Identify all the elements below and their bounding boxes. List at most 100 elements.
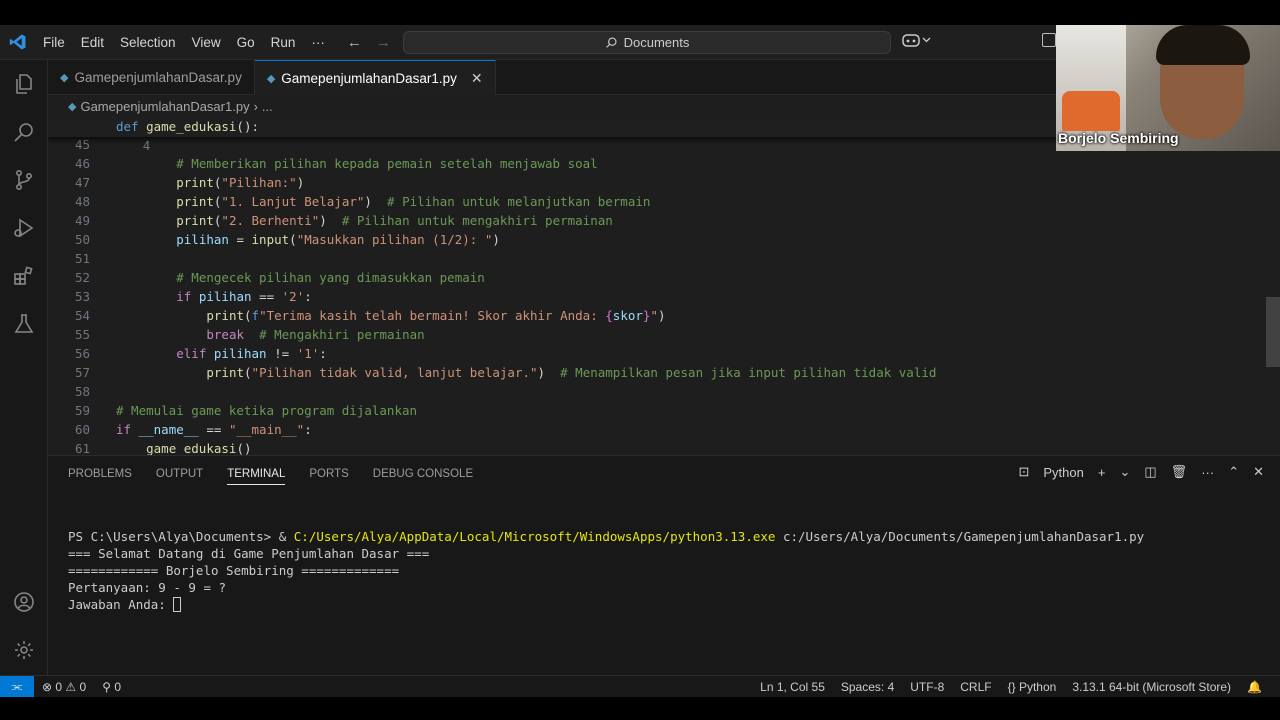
code-line[interactable]: 50 pilihan = input("Masukkan pilihan (1/… bbox=[48, 230, 500, 249]
tab-problems[interactable]: PROBLEMS bbox=[68, 468, 132, 480]
code-line[interactable]: 51 bbox=[48, 249, 90, 268]
encoding[interactable]: UTF-8 bbox=[902, 680, 952, 694]
explorer-icon[interactable] bbox=[0, 60, 48, 108]
code-line[interactable]: 58 bbox=[48, 382, 90, 401]
terminal-shell-label[interactable]: Python bbox=[1043, 465, 1083, 480]
search-icon[interactable] bbox=[0, 108, 48, 156]
code-line[interactable]: 59 # Memulai game ketika program dijalank… bbox=[48, 401, 417, 420]
code-line[interactable]: 52 # Mengecek pilihan yang dimasukkan pe… bbox=[48, 268, 485, 287]
menu-selection[interactable]: Selection bbox=[112, 25, 184, 60]
python-file-icon: ◆ bbox=[68, 100, 77, 113]
code-line[interactable]: 61 game_edukasi() bbox=[48, 439, 252, 455]
ports-status[interactable]: ⚲ 0 bbox=[94, 680, 129, 694]
line-number: 60 bbox=[74, 422, 90, 437]
terminal-output[interactable]: PS C:\Users\Alya\Documents> & C:/Users/A… bbox=[68, 528, 1144, 613]
tab-debug-console[interactable]: DEBUG CONSOLE bbox=[373, 468, 473, 480]
split-terminal-icon[interactable]: ◫ bbox=[1144, 464, 1156, 480]
problems-status[interactable]: ⊗ 0 ⚠ 0 bbox=[34, 680, 94, 694]
code-text: # Memberikan pilihan kepada pemain setel… bbox=[176, 156, 598, 171]
more-actions-icon[interactable]: ··· bbox=[1201, 465, 1214, 480]
tab-terminal[interactable]: TERMINAL bbox=[227, 468, 286, 485]
line-number: 55 bbox=[74, 327, 90, 342]
code-line[interactable]: 48 print("1. Lanjut Belajar") # Pilihan … bbox=[48, 192, 650, 211]
settings-gear-icon[interactable] bbox=[0, 626, 48, 674]
indentation[interactable]: Spaces: 4 bbox=[833, 680, 902, 694]
menu-view[interactable]: View bbox=[184, 25, 229, 60]
line-endings[interactable]: CRLF bbox=[952, 680, 999, 694]
code-line[interactable]: 54 print(f"Terima kasih telah bermain! S… bbox=[48, 306, 666, 325]
code-text: if pilihan == '2': bbox=[176, 289, 312, 304]
chevron-right-icon: › bbox=[253, 98, 258, 114]
tab-output[interactable]: OUTPUT bbox=[156, 468, 203, 480]
close-panel-icon[interactable]: ✕ bbox=[1253, 464, 1264, 480]
terminal-line: Jawaban Anda: bbox=[68, 597, 174, 612]
menu-edit[interactable]: Edit bbox=[73, 25, 112, 60]
run-debug-icon[interactable] bbox=[0, 204, 48, 252]
line-number: 48 bbox=[74, 194, 90, 209]
code-line[interactable]: 60 if __name__ == "__main__": bbox=[48, 420, 312, 439]
line-number: 56 bbox=[74, 346, 90, 361]
python-file-icon: ◆ bbox=[60, 72, 69, 84]
forward-arrow-icon[interactable]: → bbox=[376, 34, 391, 51]
command-center-label: Documents bbox=[623, 35, 690, 50]
line-number: 49 bbox=[74, 213, 90, 228]
menu-file[interactable]: File bbox=[35, 25, 73, 60]
webcam-overlay: Borjelo Sembiring bbox=[1056, 25, 1280, 151]
editor-scrollbar[interactable] bbox=[1266, 117, 1280, 455]
python-interpreter[interactable]: 3.13.1 64-bit (Microsoft Store) bbox=[1064, 680, 1239, 694]
menu-more[interactable]: ··· bbox=[303, 25, 333, 60]
menu-go[interactable]: Go bbox=[229, 25, 263, 60]
activity-bar bbox=[0, 60, 48, 675]
extensions-icon[interactable] bbox=[0, 252, 48, 300]
command-center-search[interactable]: Documents bbox=[403, 31, 891, 54]
tab-gamepenjumlahandasar1[interactable]: ◆ GamepenjumlahanDasar1.py ✕ bbox=[254, 60, 496, 95]
menu-run[interactable]: Run bbox=[263, 25, 304, 60]
breadcrumb-rest[interactable]: ... bbox=[262, 99, 273, 114]
back-arrow-icon[interactable]: ← bbox=[347, 34, 362, 51]
webcam-name-label: Borjelo Sembiring bbox=[1058, 130, 1179, 146]
layout-toggle-icon[interactable] bbox=[1042, 33, 1056, 47]
code-line[interactable]: 57 print("Pilihan tidak valid, lanjut be… bbox=[48, 363, 936, 382]
trash-icon[interactable]: 🗑 bbox=[1171, 464, 1188, 480]
close-icon[interactable]: ✕ bbox=[471, 70, 483, 87]
account-icon[interactable] bbox=[0, 578, 48, 626]
code-editor[interactable]: 4 def game_edukasi(): 45 46 # Memberikan … bbox=[48, 117, 1280, 455]
cursor-position[interactable]: Ln 1, Col 55 bbox=[752, 680, 833, 694]
scrollbar-thumb[interactable] bbox=[1266, 297, 1280, 367]
source-control-icon[interactable] bbox=[0, 156, 48, 204]
python-file-icon: ◆ bbox=[266, 72, 276, 85]
code-line[interactable]: 55 break # Mengakhiri permainan bbox=[48, 325, 425, 344]
remote-indicator-icon[interactable]: ⫘ bbox=[0, 675, 34, 697]
menu-bar: File Edit Selection View Go Run ··· bbox=[35, 25, 333, 60]
line-number: 51 bbox=[74, 251, 90, 266]
line-number: 4 bbox=[142, 138, 151, 153]
code-text: pilihan = input("Masukkan pilihan (1/2):… bbox=[176, 232, 500, 247]
code-text: print(f"Terima kasih telah bermain! Skor… bbox=[206, 308, 666, 323]
terminal-cursor bbox=[173, 597, 182, 612]
code-text: elif pilihan != '1': bbox=[176, 346, 327, 361]
line-number: 58 bbox=[74, 384, 90, 399]
maximize-panel-icon[interactable]: ⌃ bbox=[1228, 464, 1239, 480]
language-mode[interactable]: {} Python bbox=[1000, 680, 1065, 694]
bell-icon[interactable]: 🔔 bbox=[1239, 680, 1270, 694]
minimap[interactable] bbox=[1176, 117, 1266, 455]
terminal-prompt: PS C:\Users\Alya\Documents> & bbox=[68, 529, 294, 544]
code-line[interactable]: 56 elif pilihan != '1': bbox=[48, 344, 327, 363]
chevron-down-icon[interactable]: ⌄ bbox=[1119, 464, 1130, 480]
line-number: 59 bbox=[74, 403, 90, 418]
breadcrumb-file[interactable]: GamepenjumlahanDasar1.py bbox=[80, 99, 249, 114]
tab-ports[interactable]: PORTS bbox=[309, 468, 348, 480]
webcam-person-hair bbox=[1156, 25, 1250, 65]
code-line[interactable]: 53 if pilihan == '2': bbox=[48, 287, 312, 306]
code-text: game_edukasi() bbox=[146, 441, 252, 455]
new-terminal-icon[interactable]: + bbox=[1098, 465, 1106, 480]
code-line[interactable]: 49 print("2. Berhenti") # Pilihan untuk … bbox=[48, 211, 613, 230]
testing-icon[interactable] bbox=[0, 300, 48, 348]
code-text: if __name__ == "__main__": bbox=[116, 422, 312, 437]
line-number: 50 bbox=[74, 232, 90, 247]
copilot-icon[interactable] bbox=[902, 32, 932, 51]
terminal-line: ============ Borjelo Sembiring =========… bbox=[68, 563, 400, 578]
search-icon bbox=[605, 37, 617, 48]
tab-gamepenjumlahandasar[interactable]: ◆ GamepenjumlahanDasar.py bbox=[48, 60, 255, 95]
terminal-exe: C:/Users/Alya/AppData/Local/Microsoft/Wi… bbox=[293, 529, 776, 544]
